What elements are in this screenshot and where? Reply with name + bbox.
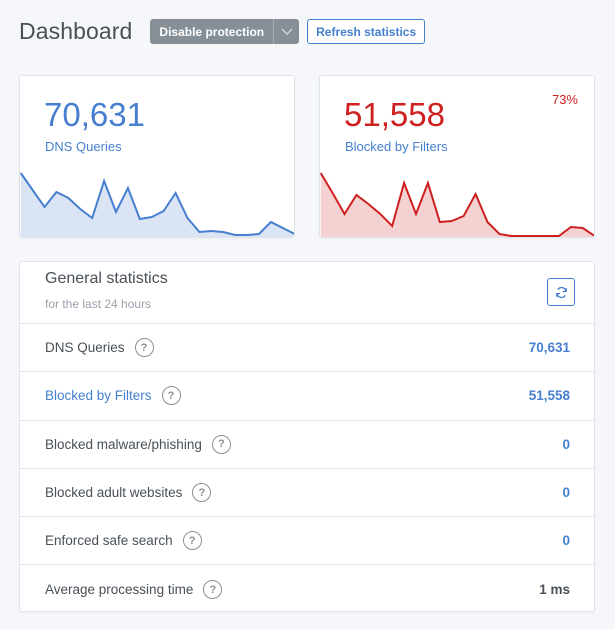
- row-label: DNS Queries: [45, 340, 125, 356]
- blocked-filters-card: 51,558 Blocked by Filters 73%: [319, 75, 595, 238]
- dns-queries-card: 70,631 DNS Queries: [19, 75, 295, 238]
- row-label-link[interactable]: Blocked by Filters: [45, 388, 152, 403]
- refresh-statistics-button[interactable]: Refresh statistics: [307, 19, 426, 44]
- row-label: Average processing time: [45, 582, 194, 598]
- disable-protection-button[interactable]: Disable protection: [150, 19, 274, 44]
- stat-row-blocked-filters: Blocked by Filters? 51,558: [20, 372, 594, 421]
- help-icon[interactable]: ?: [182, 531, 202, 551]
- help-icon[interactable]: ?: [134, 338, 154, 358]
- general-statistics-subtitle: for the last 24 hours: [45, 297, 152, 311]
- row-value: 51,558: [528, 388, 570, 404]
- stat-row-avg-time: Average processing time? 1 ms: [20, 565, 594, 611]
- dns-queries-label: DNS Queries: [45, 139, 122, 154]
- stat-row-malware: Blocked malware/phishing? 0: [20, 421, 594, 469]
- stat-row-dns-queries: DNS Queries? 70,631: [20, 324, 594, 373]
- stat-row-adult: Blocked adult websites? 0: [20, 469, 594, 518]
- help-icon[interactable]: ?: [211, 434, 231, 454]
- general-statistics-card: General statistics for the last 24 hours…: [19, 261, 595, 612]
- help-icon[interactable]: ?: [192, 483, 212, 503]
- sparkline-area: [20, 173, 294, 237]
- row-label: Blocked malware/phishing: [45, 436, 202, 452]
- row-value: 0: [562, 533, 570, 549]
- general-statistics-title: General statistics: [45, 270, 168, 287]
- row-label: Blocked adult websites: [45, 485, 183, 501]
- blocked-percent: 73%: [551, 92, 578, 107]
- help-icon[interactable]: ?: [203, 580, 223, 600]
- blocked-filters-label: Blocked by Filters: [345, 139, 448, 154]
- row-value: 70,631: [528, 340, 570, 356]
- row-value: 0: [562, 436, 570, 452]
- row-value: 1 ms: [539, 582, 570, 598]
- sparkline-area: [320, 173, 594, 237]
- protection-button-group: Disable protection: [150, 19, 300, 44]
- general-statistics-header: General statistics for the last 24 hours: [20, 262, 594, 324]
- stat-row-safe-search: Enforced safe search? 0: [20, 517, 594, 566]
- protection-dropdown-toggle[interactable]: [273, 19, 300, 44]
- refresh-general-button[interactable]: [547, 278, 575, 306]
- row-label: Enforced safe search: [45, 533, 173, 549]
- refresh-icon: [555, 286, 567, 298]
- chevron-down-icon: [281, 28, 293, 35]
- page-title: Dashboard: [19, 18, 133, 44]
- row-value: 0: [562, 485, 570, 501]
- dns-queries-value: 70,631: [44, 96, 145, 133]
- page-header: Dashboard Disable protection Refresh sta…: [19, 18, 426, 45]
- help-icon[interactable]: ?: [161, 386, 181, 406]
- blocked-filters-value: 51,558: [344, 96, 445, 133]
